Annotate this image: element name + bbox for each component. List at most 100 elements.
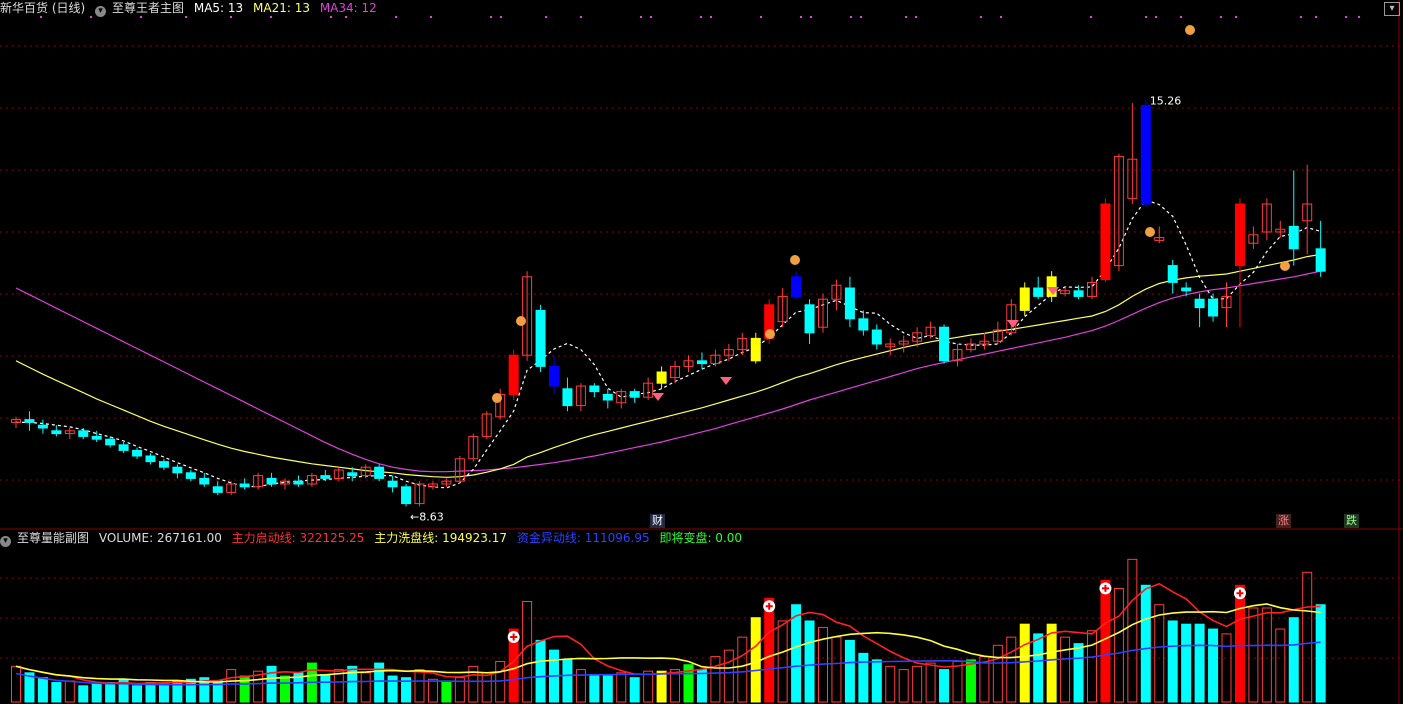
volume-bar <box>764 597 775 703</box>
volume-bar <box>871 659 882 703</box>
candle-body <box>629 391 640 398</box>
volume-bar <box>965 659 976 703</box>
badge-cai[interactable]: 财 <box>650 514 665 528</box>
collapse-icon[interactable]: ▾ <box>0 536 11 547</box>
candle-body <box>387 480 398 488</box>
candle-body <box>602 393 613 401</box>
volume-bar <box>925 662 936 703</box>
candle-body <box>750 337 761 362</box>
top-marker-dot <box>650 16 652 18</box>
volume-bar <box>804 620 815 703</box>
line4-legend: 即将变盘: 0.00 <box>659 531 743 545</box>
hand-icon <box>1185 25 1195 35</box>
volume-bar <box>145 682 156 703</box>
candle-body <box>172 466 183 474</box>
top-marker-dot <box>345 16 347 18</box>
volume-bar <box>414 669 425 703</box>
candle-body <box>212 486 223 493</box>
fund-move-line <box>15 641 1321 686</box>
top-marker-dot <box>395 16 397 18</box>
close-icon[interactable]: ▾ <box>1384 2 1400 16</box>
top-marker-dot <box>980 16 982 18</box>
badge-zhang[interactable]: 涨 <box>1276 514 1291 528</box>
hand-icon <box>492 393 502 403</box>
volume-bar <box>1060 636 1071 703</box>
top-marker-dot <box>1235 16 1237 18</box>
top-marker-dot <box>810 16 812 18</box>
candle-body <box>320 475 331 479</box>
top-marker-dot <box>800 16 802 18</box>
hand-icon <box>516 316 526 326</box>
top-marker-dot <box>1000 16 1002 18</box>
candle-body <box>78 430 89 437</box>
top-marker-dot <box>1300 16 1302 18</box>
main-panel-header: 新华百货 (日线) ▾ 至尊王者主图 MA5: 13 MA21: 13 MA34:… <box>0 0 383 17</box>
collapse-icon[interactable]: ▾ <box>95 6 107 17</box>
top-marker-dot <box>1090 16 1092 18</box>
sub-panel-header: ▾ 至尊量能副图 VOLUME: 267161.00 主力启动线: 322125.… <box>0 530 748 547</box>
volume-bar <box>844 639 855 703</box>
chart-root: ←8.63 15.26 新华百货 (日线) ▾ 至尊王者主图 MA5: 13 MA2… <box>0 0 1403 704</box>
top-marker-dot <box>1315 16 1317 18</box>
gem-icon <box>1007 320 1019 328</box>
volume-bar <box>360 672 371 703</box>
candle-body <box>1288 225 1299 250</box>
top-marker-dot <box>140 16 142 18</box>
volume-bar <box>858 652 869 703</box>
volume-bar <box>1154 604 1165 703</box>
volume-legend: VOLUME: 267161.00 <box>98 531 222 545</box>
volume-bar <box>1006 636 1017 703</box>
volume-bar <box>11 665 21 703</box>
candle-body <box>1194 298 1205 309</box>
volume-bar <box>1100 579 1111 703</box>
volume-bar <box>158 683 169 703</box>
high-price-label: 15.26 <box>1150 94 1182 107</box>
volume-bar <box>696 669 707 703</box>
volume-bar <box>91 683 102 703</box>
candle-body <box>1046 276 1057 297</box>
volume-bar <box>1046 623 1057 703</box>
volume-bar <box>1221 633 1232 703</box>
candle-body <box>562 388 573 407</box>
line2-legend: 主力洗盘线: 194923.17 <box>374 531 508 545</box>
volume-bar <box>629 677 640 703</box>
top-marker-dot <box>760 16 762 18</box>
ma34-legend: MA34: 12 <box>319 1 377 15</box>
volume-bar <box>1275 628 1286 703</box>
candle-body <box>51 430 62 435</box>
volume-bar <box>992 644 1003 703</box>
volume-bar <box>1315 604 1326 703</box>
volume-bar <box>1208 628 1219 703</box>
stock-title: 新华百货 (日线) <box>0 1 86 15</box>
top-marker-dot <box>860 16 862 18</box>
top-marker-dot <box>270 16 272 18</box>
candle-body <box>1033 287 1044 297</box>
candle-body <box>1234 203 1245 267</box>
candle-body <box>145 455 156 463</box>
hand-icon <box>1145 227 1155 237</box>
volume-bar <box>1087 630 1097 703</box>
volume-bar <box>280 675 290 703</box>
top-marker-dot <box>1220 16 1222 18</box>
candle-body <box>374 466 385 479</box>
volume-bar <box>656 670 667 703</box>
candle-body <box>535 309 546 367</box>
volume-bar <box>481 672 492 703</box>
candle-body <box>1019 287 1030 311</box>
candle-body <box>696 360 707 365</box>
volume-bar <box>1019 623 1030 703</box>
top-marker-dot <box>580 16 582 18</box>
candle-body <box>132 449 143 457</box>
main-indicator-name[interactable]: 至尊王者主图 <box>112 1 184 15</box>
badge-die[interactable]: 跌 <box>1344 514 1359 528</box>
volume-bar <box>898 669 909 703</box>
volume-bar <box>643 670 654 703</box>
volume-bar <box>885 665 896 703</box>
top-marker-dot <box>1155 16 1157 18</box>
volume-bar <box>777 620 788 703</box>
top-marker-dot <box>700 16 702 18</box>
volume-bar <box>616 672 627 703</box>
top-marker-dot <box>90 16 92 18</box>
sub-indicator-name[interactable]: 至尊量能副图 <box>17 531 89 545</box>
top-marker-dot <box>1345 16 1347 18</box>
